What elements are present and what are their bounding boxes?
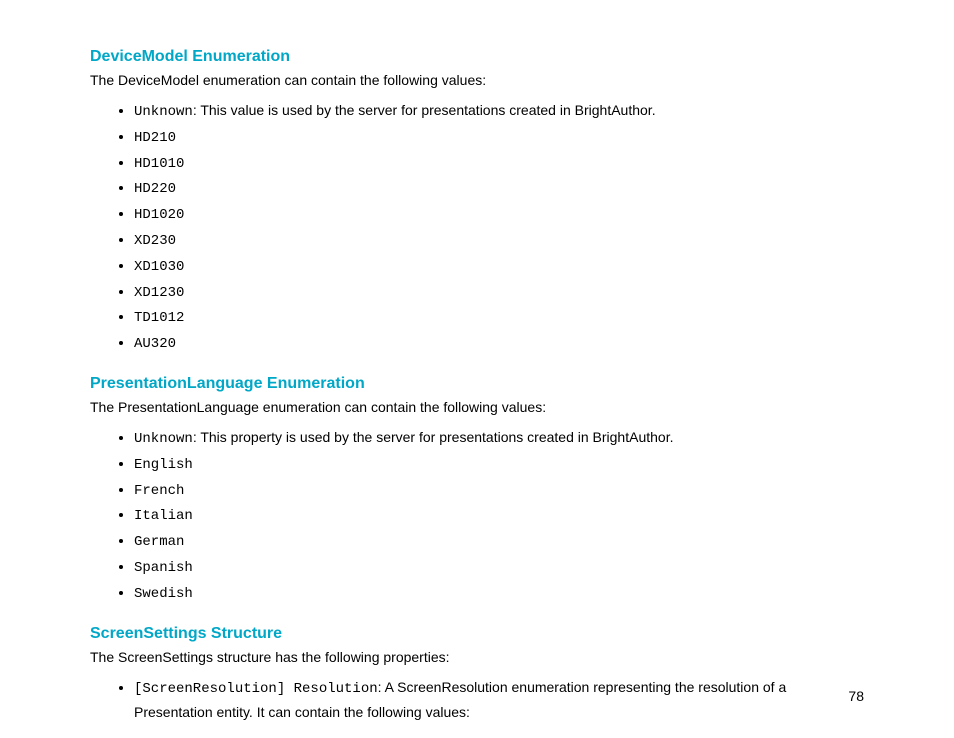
enum-value: Swedish bbox=[134, 586, 193, 602]
list-item: Spanish bbox=[134, 555, 864, 581]
enum-value: HD1010 bbox=[134, 156, 184, 172]
list-item: English bbox=[134, 452, 864, 478]
list-item: Unknown: This property is used by the se… bbox=[134, 426, 864, 452]
enum-value: Italian bbox=[134, 508, 193, 524]
list-item: French bbox=[134, 478, 864, 504]
section-heading-screensettings: ScreenSettings Structure bbox=[90, 625, 864, 643]
page-number: 78 bbox=[848, 688, 864, 704]
enum-value: AU320 bbox=[134, 336, 176, 352]
list-item: TD1012 bbox=[134, 305, 864, 331]
screensettings-property-list: [ScreenResolution] Resolution: A ScreenR… bbox=[90, 676, 864, 726]
section-intro: The ScreenSettings structure has the fol… bbox=[90, 647, 864, 668]
enum-value: Unknown bbox=[134, 431, 193, 447]
list-item: Italian bbox=[134, 503, 864, 529]
presentationlanguage-enum-list: Unknown: This property is used by the se… bbox=[90, 426, 864, 607]
enum-desc: : This value is used by the server for p… bbox=[193, 102, 656, 118]
enum-value: XD1230 bbox=[134, 285, 184, 301]
enum-value: English bbox=[134, 457, 193, 473]
list-item: HD1020 bbox=[134, 202, 864, 228]
enum-value: French bbox=[134, 483, 184, 499]
list-item: German bbox=[134, 529, 864, 555]
section-intro: The PresentationLanguage enumeration can… bbox=[90, 397, 864, 418]
enum-value: [ScreenResolution] Resolution bbox=[134, 681, 378, 697]
list-item: XD1230 bbox=[134, 280, 864, 306]
enum-value: XD230 bbox=[134, 233, 176, 249]
devicemodel-enum-list: Unknown: This value is used by the serve… bbox=[90, 99, 864, 357]
list-item: HD220 bbox=[134, 176, 864, 202]
enum-value: HD220 bbox=[134, 181, 176, 197]
enum-value: German bbox=[134, 534, 184, 550]
enum-value: XD1030 bbox=[134, 259, 184, 275]
enum-value: TD1012 bbox=[134, 310, 184, 326]
list-item: HD210 bbox=[134, 125, 864, 151]
list-item: XD230 bbox=[134, 228, 864, 254]
enum-value: HD210 bbox=[134, 130, 176, 146]
enum-value: HD1020 bbox=[134, 207, 184, 223]
section-heading-devicemodel: DeviceModel Enumeration bbox=[90, 48, 864, 66]
list-item: [ScreenResolution] Resolution: A ScreenR… bbox=[134, 676, 864, 726]
list-item: XD1030 bbox=[134, 254, 864, 280]
list-item: Swedish bbox=[134, 581, 864, 607]
list-item: Unknown: This value is used by the serve… bbox=[134, 99, 864, 125]
section-intro: The DeviceModel enumeration can contain … bbox=[90, 70, 864, 91]
enum-value: Unknown bbox=[134, 104, 193, 120]
section-heading-presentationlanguage: PresentationLanguage Enumeration bbox=[90, 375, 864, 393]
enum-value: Spanish bbox=[134, 560, 193, 576]
page-content: DeviceModel Enumeration The DeviceModel … bbox=[0, 0, 954, 725]
list-item: HD1010 bbox=[134, 151, 864, 177]
list-item: AU320 bbox=[134, 331, 864, 357]
enum-desc: : This property is used by the server fo… bbox=[193, 429, 674, 445]
